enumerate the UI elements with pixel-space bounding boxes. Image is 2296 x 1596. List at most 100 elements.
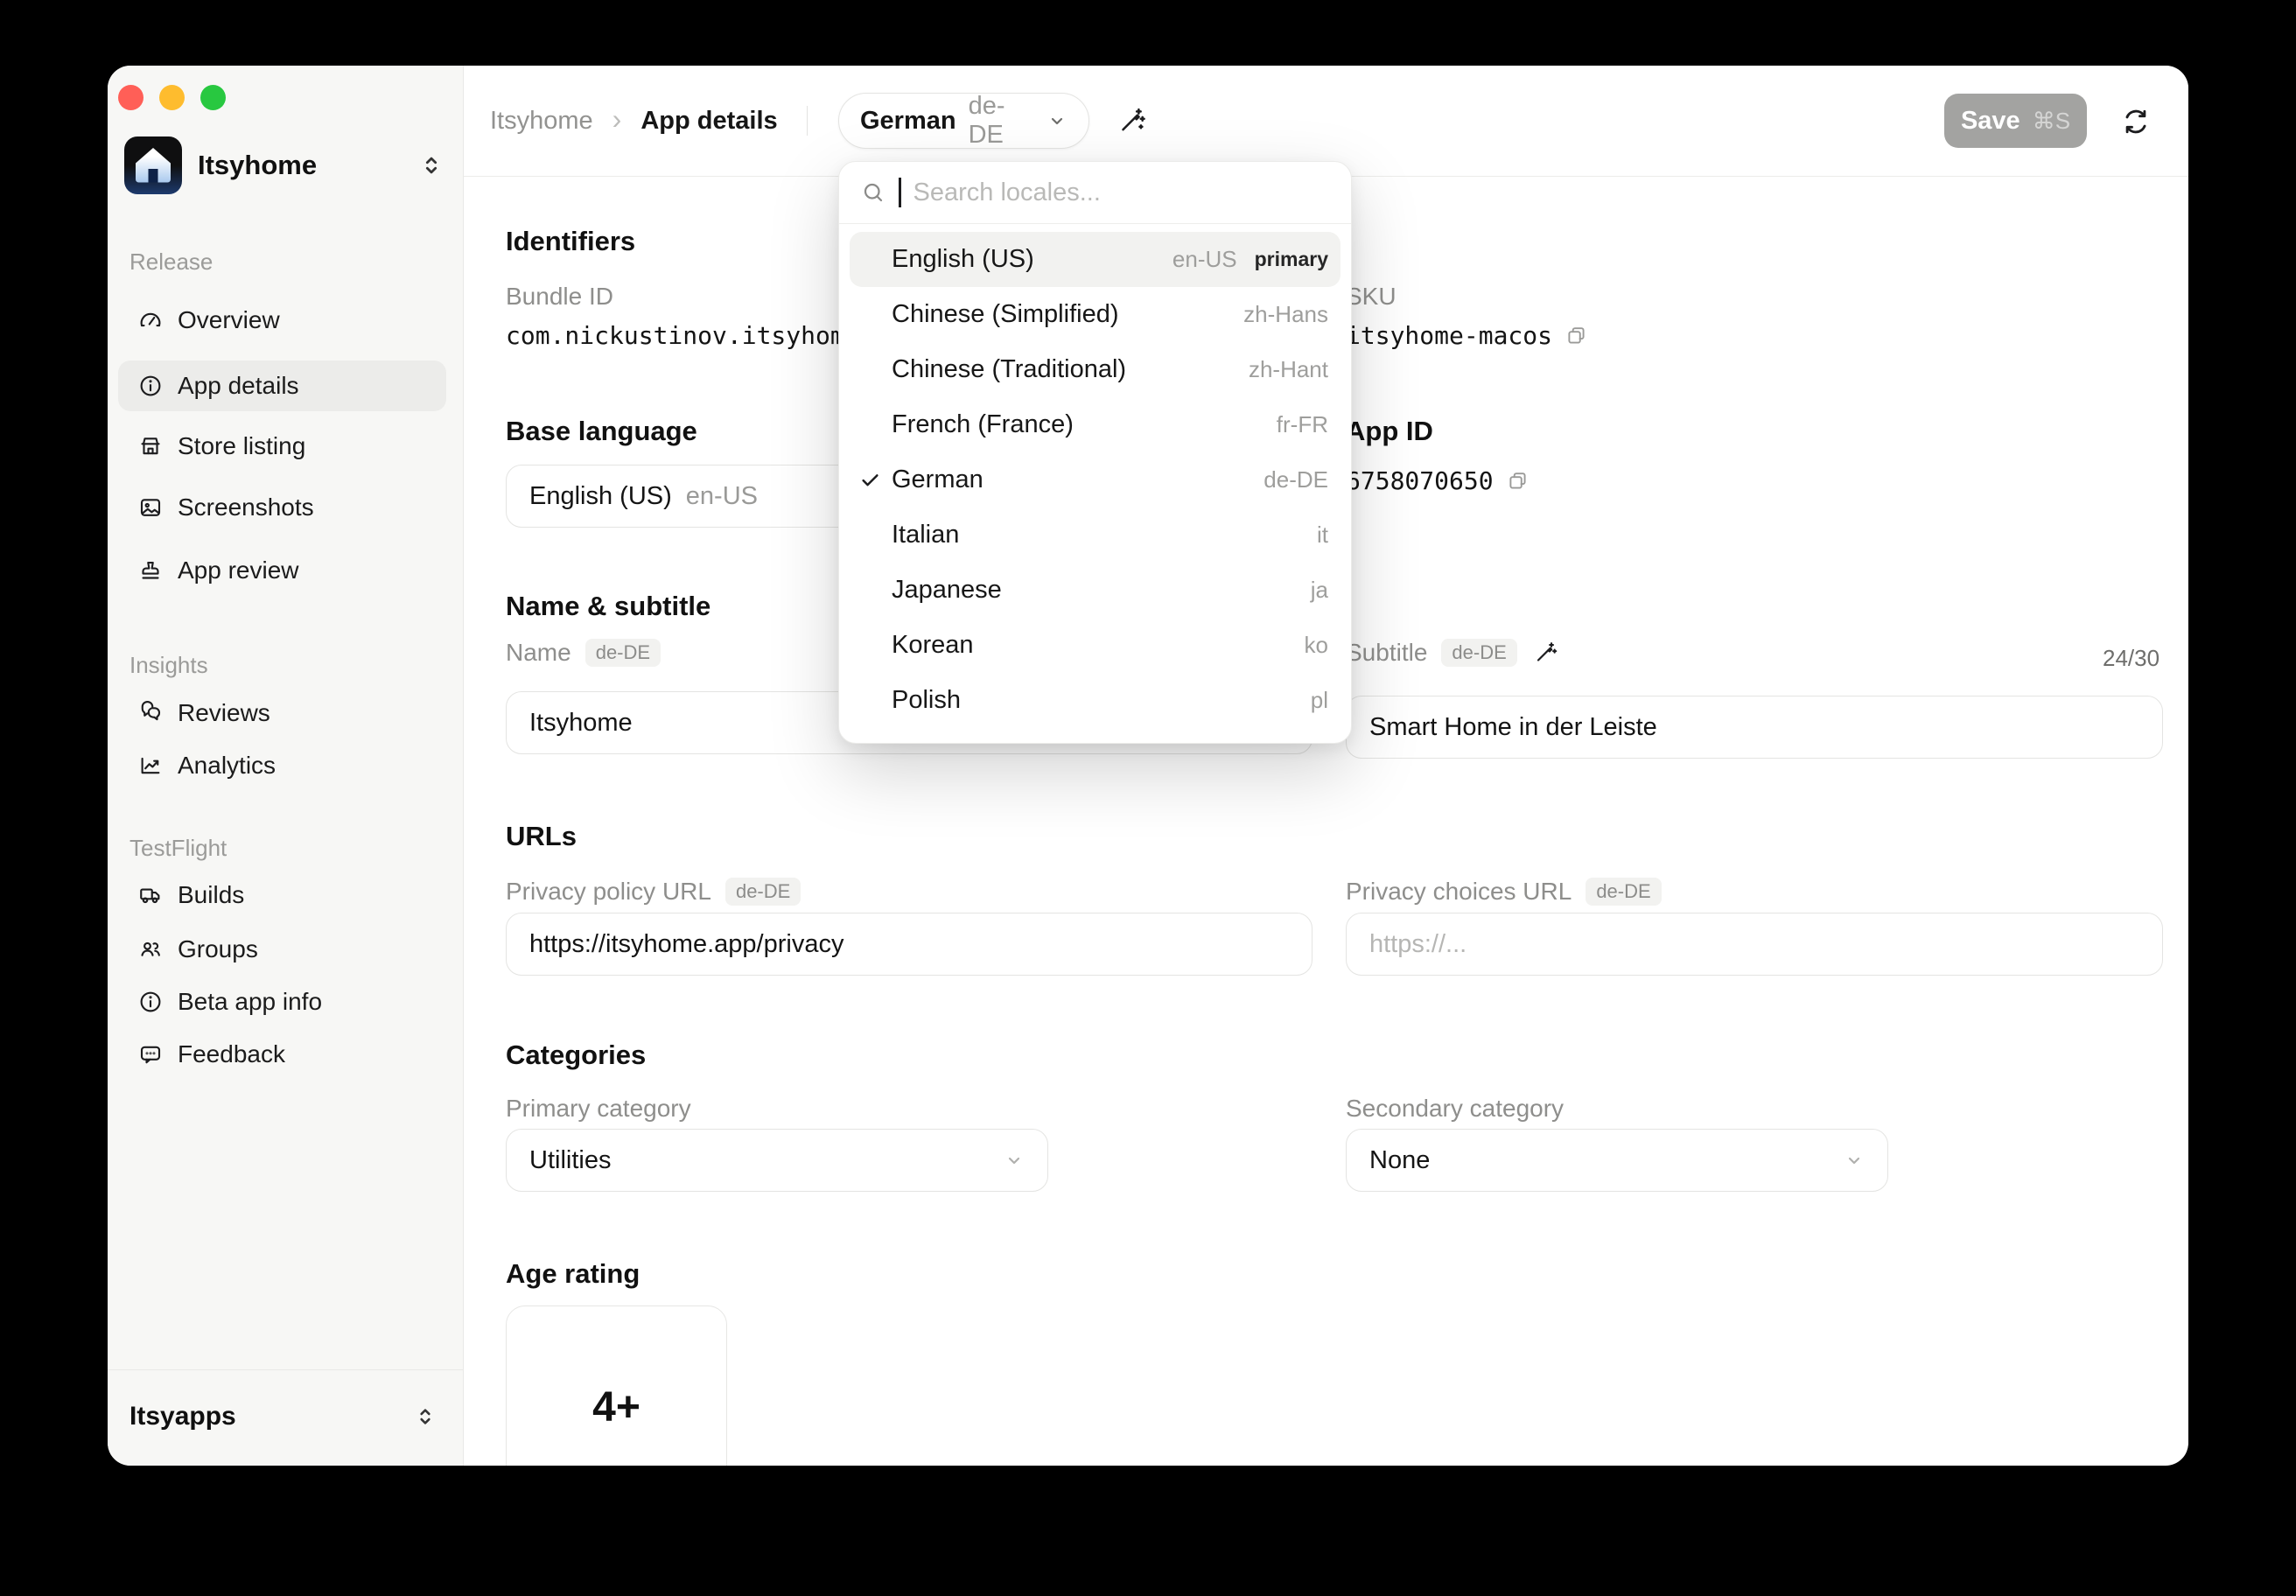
- secondary-category-select[interactable]: None: [1346, 1129, 1888, 1192]
- search-icon: [860, 179, 886, 206]
- locale-code: en-US: [1172, 246, 1237, 273]
- sidebar: Itsyhome Release Overview App details St…: [108, 66, 464, 1466]
- chevron-down-icon: [1046, 110, 1068, 131]
- app-switcher[interactable]: Itsyhome: [124, 136, 444, 194]
- locale-code: zh-Hans: [1243, 301, 1328, 328]
- subtitle-label-row: Subtitle de-DE: [1346, 639, 1559, 667]
- privacy-choices-label: Privacy choices URL: [1346, 878, 1572, 906]
- sidebar-item-groups[interactable]: Groups: [118, 924, 446, 975]
- locale-name: Japanese: [892, 576, 1311, 605]
- truck-icon: [137, 882, 164, 908]
- chevron-down-icon: [1004, 1150, 1025, 1171]
- app-id-heading: App ID: [1346, 416, 1433, 447]
- locale-name: Chinese (Traditional): [892, 355, 1249, 384]
- sidebar-item-label: Analytics: [178, 752, 276, 780]
- sidebar-item-label: App review: [178, 556, 299, 584]
- sidebar-item-label: Builds: [178, 881, 244, 909]
- locale-option-japanese[interactable]: Japanese ja: [850, 563, 1340, 618]
- chevron-right-icon: ›: [612, 103, 622, 139]
- text-cursor: [899, 178, 901, 207]
- locale-name: Polish: [892, 686, 1311, 715]
- privacy-choices-input[interactable]: https://...: [1346, 913, 2163, 976]
- locale-option-chinese-traditional[interactable]: Chinese (Traditional) zh-Hant: [850, 342, 1340, 397]
- save-shortcut: ⌘S: [2033, 108, 2070, 135]
- sidebar-item-builds[interactable]: Builds: [118, 870, 446, 920]
- sidebar-item-screenshots[interactable]: Screenshots: [118, 482, 446, 533]
- primary-category-select[interactable]: Utilities: [506, 1129, 1048, 1192]
- name-label: Name: [506, 639, 571, 667]
- locale-option-english-us[interactable]: English (US) en-US primary: [850, 232, 1340, 287]
- secondary-category-label: Secondary category: [1346, 1095, 1564, 1123]
- sidebar-footer-divider: [108, 1369, 463, 1370]
- save-button-label: Save: [1961, 107, 2020, 136]
- locale-name: German: [892, 466, 1264, 494]
- save-button[interactable]: Save ⌘S: [1944, 94, 2087, 148]
- chat-bubbles-icon: [137, 700, 164, 726]
- storefront-icon: [137, 433, 164, 459]
- sidebar-item-store-listing[interactable]: Store listing: [118, 421, 446, 472]
- check-icon: [858, 468, 892, 492]
- org-name: Itsyapps: [130, 1402, 414, 1432]
- selector-icon: [419, 153, 444, 178]
- breadcrumb-parent[interactable]: Itsyhome: [490, 107, 593, 136]
- locale-code: fr-FR: [1277, 411, 1328, 438]
- locale-option-chinese-simplified[interactable]: Chinese (Simplified) zh-Hans: [850, 287, 1340, 342]
- refresh-icon[interactable]: [2120, 106, 2152, 137]
- gauge-icon: [137, 307, 164, 333]
- app-switcher-name: Itsyhome: [198, 150, 403, 181]
- sku-value-row: itsyhome-macos: [1346, 321, 1588, 350]
- sku-label: SKU: [1346, 283, 1396, 311]
- selector-icon: [414, 1405, 437, 1428]
- toolbar-divider: [807, 106, 808, 136]
- privacy-policy-input[interactable]: https://itsyhome.app/privacy: [506, 913, 1312, 976]
- locale-option-french-france[interactable]: French (France) fr-FR: [850, 397, 1340, 452]
- privacy-choices-placeholder: https://...: [1369, 930, 1466, 959]
- secondary-category-value: None: [1369, 1146, 1430, 1175]
- base-language-code: en-US: [686, 482, 758, 511]
- sidebar-item-label: Reviews: [178, 699, 270, 727]
- age-rating-value: 4+: [592, 1383, 640, 1466]
- sidebar-item-reviews[interactable]: Reviews: [118, 688, 446, 738]
- bundle-id-label: Bundle ID: [506, 283, 613, 311]
- name-locale-badge: de-DE: [585, 639, 661, 667]
- locale-code: ja: [1311, 577, 1328, 604]
- age-rating-card: 4+: [506, 1306, 727, 1466]
- sidebar-item-beta-app-info[interactable]: Beta app info: [118, 976, 446, 1027]
- subtitle-value: Smart Home in der Leiste: [1369, 713, 1657, 742]
- primary-locale-badge: primary: [1255, 248, 1328, 271]
- sidebar-item-analytics[interactable]: Analytics: [118, 740, 446, 791]
- minimize-button[interactable]: [159, 85, 185, 110]
- privacy-choices-label-row: Privacy choices URL de-DE: [1346, 878, 1662, 906]
- locale-name: Chinese (Simplified): [892, 300, 1243, 329]
- sidebar-item-label: Screenshots: [178, 494, 314, 522]
- locale-option-korean[interactable]: Korean ko: [850, 618, 1340, 673]
- org-switcher[interactable]: Itsyapps: [130, 1397, 437, 1436]
- privacy-policy-label: Privacy policy URL: [506, 878, 711, 906]
- stamp-icon: [137, 557, 164, 584]
- sidebar-item-app-details[interactable]: App details: [118, 360, 446, 411]
- app-id-value-row: 6758070650: [1346, 466, 1530, 495]
- name-value: Itsyhome: [529, 709, 633, 738]
- section-label-release: Release: [130, 248, 213, 276]
- locale-selector-button[interactable]: German de-DE: [838, 93, 1089, 149]
- subtitle-input[interactable]: Smart Home in der Leiste: [1346, 696, 2163, 759]
- zoom-button[interactable]: [200, 85, 226, 110]
- sidebar-item-app-review[interactable]: App review: [118, 545, 446, 596]
- copy-icon[interactable]: [1564, 324, 1588, 347]
- app-window: Itsyhome Release Overview App details St…: [108, 66, 2188, 1466]
- breadcrumb: Itsyhome › App details: [490, 66, 778, 176]
- auto-translate-wand-icon[interactable]: [1531, 639, 1559, 667]
- copy-icon[interactable]: [1506, 469, 1530, 493]
- auto-translate-wand-icon[interactable]: [1115, 104, 1148, 137]
- close-button[interactable]: [118, 85, 144, 110]
- locale-option-italian[interactable]: Italian it: [850, 508, 1340, 563]
- locale-option-german[interactable]: German de-DE: [850, 452, 1340, 508]
- locale-search-input[interactable]: [914, 178, 1331, 207]
- sidebar-item-label: Feedback: [178, 1040, 285, 1068]
- sidebar-item-feedback[interactable]: Feedback: [118, 1029, 446, 1080]
- sidebar-item-overview[interactable]: Overview: [118, 295, 446, 346]
- locale-option-polish[interactable]: Polish pl: [850, 673, 1340, 728]
- age-rating-heading: Age rating: [506, 1258, 640, 1290]
- locale-selected-code: de-DE: [969, 92, 1034, 150]
- feedback-icon: [137, 1041, 164, 1068]
